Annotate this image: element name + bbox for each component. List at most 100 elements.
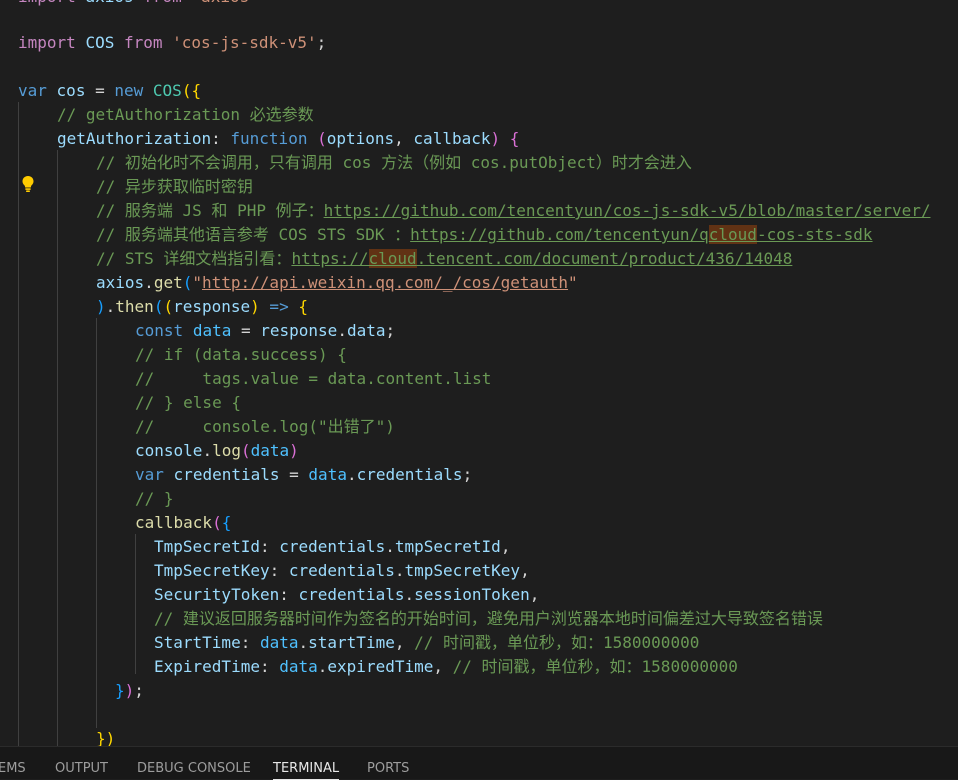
tab-terminal[interactable]: TERMINAL <box>273 761 340 780</box>
code-line[interactable]: TmpSecretKey: credentials.tmpSecretKey, <box>154 559 530 583</box>
indent-guide <box>135 534 136 674</box>
code-line[interactable]: ).then((response) => { <box>96 295 308 319</box>
code-line[interactable]: // 初始化时不会调用，只有调用 cos 方法（例如 cos.putObject… <box>96 151 692 175</box>
token: getAuthorization <box>57 129 212 148</box>
comment: // tags.value = data.content.list <box>135 369 492 388</box>
search-match-highlight: cloud <box>708 225 757 244</box>
token: SecurityToken <box>154 585 280 604</box>
token: ; <box>462 465 473 484</box>
code-line[interactable]: TmpSecretId: credentials.tmpSecretId, <box>154 535 510 559</box>
code-line[interactable]: StartTime: data.startTime, // 时间戳，单位秒，如：… <box>154 631 699 655</box>
code-line[interactable]: // 异步获取临时密钥 <box>96 175 253 199</box>
token: data <box>308 465 347 484</box>
code-line[interactable]: console.log(data) <box>135 439 299 463</box>
token: { <box>221 513 232 532</box>
token: }) <box>96 729 116 746</box>
code-line[interactable]: import axios from 'axios' <box>18 0 259 9</box>
code-line[interactable]: var cos = new COS({ <box>18 79 201 103</box>
token: import <box>18 0 76 6</box>
comment: // getAuthorization 必选参数 <box>57 105 314 124</box>
tab-problems[interactable]: EMS <box>0 761 26 777</box>
token: , <box>394 129 414 148</box>
token: : <box>279 585 299 604</box>
code-line[interactable]: }); <box>115 679 144 703</box>
lightbulb-icon[interactable] <box>20 175 36 193</box>
token: : <box>259 537 280 556</box>
token: = <box>231 321 261 340</box>
token: ({ <box>181 81 202 100</box>
token: ; <box>134 681 144 700</box>
code-line[interactable]: import COS from 'cos-js-sdk-v5'; <box>18 31 326 55</box>
tab-debug-console[interactable]: DEBUG CONSOLE <box>137 761 251 777</box>
comment: // } else { <box>135 393 241 412</box>
comment: // if (data.success) { <box>135 345 347 364</box>
token: ( <box>240 441 251 460</box>
token: ExpiredTime <box>154 657 260 676</box>
code-line[interactable]: // 建议返回服务器时间作为签名的开始时间，避免用户浏览器本地时间偏差过大导致签… <box>154 607 823 631</box>
token: ) <box>250 297 260 316</box>
token: credentials <box>298 585 405 604</box>
token: . <box>317 657 328 676</box>
code-line[interactable]: // console.log("出错了") <box>135 415 395 439</box>
comment: // 异步获取临时密钥 <box>96 177 253 196</box>
token: const <box>135 321 184 340</box>
token: , <box>529 585 540 604</box>
search-match-highlight: cloud <box>368 249 417 268</box>
token: COS <box>152 81 182 100</box>
token: response <box>173 297 251 316</box>
token: sessionToken <box>414 585 530 604</box>
code-line[interactable]: getAuthorization: function (options, cal… <box>57 127 519 151</box>
token: credentials <box>279 537 386 556</box>
token: . <box>105 297 116 316</box>
comment: // 建议返回服务器时间作为签名的开始时间，避免用户浏览器本地时间偏差过大导致签… <box>154 609 823 628</box>
code-line[interactable]: // STS 详细文档指引看：https://cloud.tencent.com… <box>96 247 792 271</box>
comment-link[interactable]: https://cloud.tencent.com/document/produ… <box>291 249 792 268</box>
token: options <box>326 129 395 148</box>
token: , <box>520 561 530 580</box>
comment: // 服务端其他语言参考 COS STS SDK ： <box>96 225 411 244</box>
code-line[interactable]: var credentials = data.credentials; <box>135 463 472 487</box>
code-editor[interactable]: import axios from 'axios' import COS fro… <box>0 0 958 746</box>
url-link[interactable]: http://api.weixin.qq.com/_/cos/getauth <box>202 273 568 292</box>
comment: // console.log("出错了") <box>135 417 395 436</box>
token: log <box>212 441 241 460</box>
token: { <box>298 297 308 316</box>
token: ) <box>96 297 106 316</box>
comment-link[interactable]: https://github.com/tencentyun/cos-js-sdk… <box>324 201 931 220</box>
token: import <box>18 33 76 52</box>
code-line[interactable]: // } <box>135 487 174 511</box>
code-line[interactable]: ExpiredTime: data.expiredTime, // 时间戳，单位… <box>154 655 738 679</box>
token: var <box>18 81 47 100</box>
code-line[interactable]: // getAuthorization 必选参数 <box>57 103 314 127</box>
token: . <box>298 633 309 652</box>
code-line[interactable]: // 服务端其他语言参考 COS STS SDK ：https://github… <box>96 223 873 247</box>
comment-link[interactable]: https://github.com/tencentyun/qcloud-cos… <box>410 225 873 244</box>
token: data <box>279 657 318 676</box>
link-part: -cos-sts-sdk <box>756 225 873 244</box>
token: : <box>211 129 231 148</box>
code-line[interactable]: SecurityToken: credentials.sessionToken, <box>154 583 539 607</box>
token: from <box>123 33 163 52</box>
code-line[interactable]: // } else { <box>135 391 241 415</box>
token: data <box>250 441 290 460</box>
code-line[interactable]: axios.get("http://api.weixin.qq.com/_/co… <box>96 271 578 295</box>
code-line[interactable]: // 服务端 JS 和 PHP 例子：https://github.com/te… <box>96 199 930 223</box>
code-line[interactable]: // tags.value = data.content.list <box>135 367 491 391</box>
token: . <box>202 441 213 460</box>
token: = <box>279 465 309 484</box>
token: tmpSecretKey <box>404 561 521 580</box>
token: " <box>568 273 578 292</box>
token: ) <box>289 441 299 460</box>
tab-ports[interactable]: PORTS <box>367 761 409 777</box>
token: axios <box>85 0 133 6</box>
token: response <box>260 321 338 340</box>
indent-guide <box>18 102 19 746</box>
code-line[interactable]: callback({ <box>135 511 231 535</box>
tab-output[interactable]: OUTPUT <box>55 761 108 777</box>
code-line[interactable]: }) <box>96 727 115 746</box>
token: ( <box>153 297 164 316</box>
code-line[interactable]: // if (data.success) { <box>135 343 347 367</box>
comment: // 初始化时不会调用，只有调用 cos 方法（例如 cos.putObject… <box>96 153 692 172</box>
code-line[interactable]: const data = response.data; <box>135 319 395 343</box>
indent-guide <box>96 318 97 728</box>
